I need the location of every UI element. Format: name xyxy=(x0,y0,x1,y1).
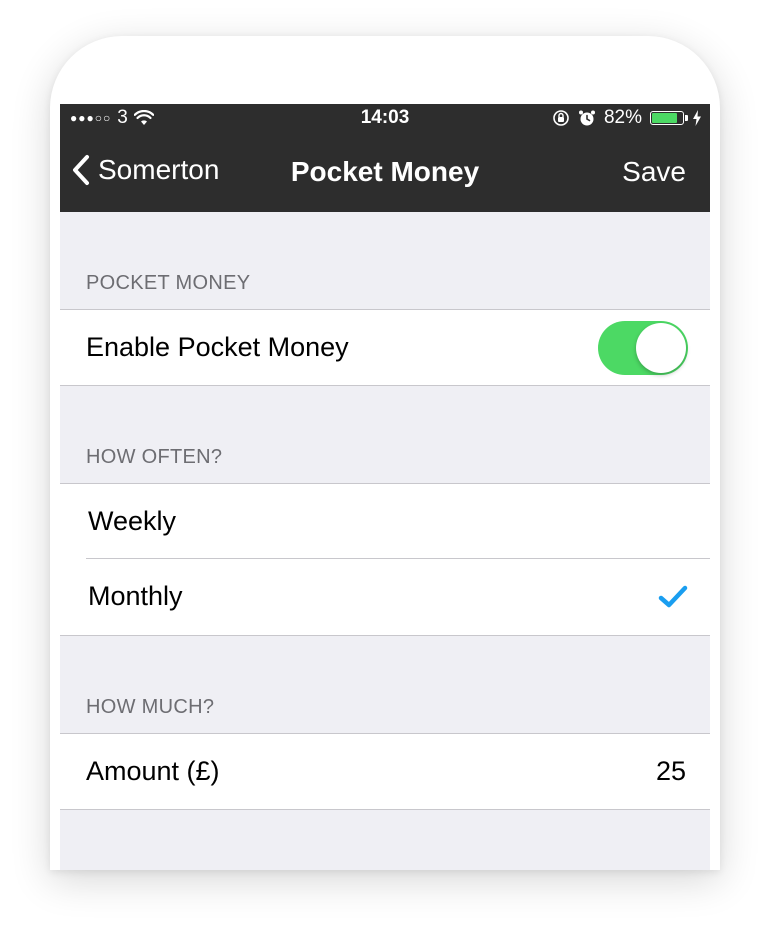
how-often-group: Weekly Monthly xyxy=(60,483,710,636)
amount-label: Amount (£) xyxy=(86,756,220,786)
battery-fill xyxy=(652,113,677,123)
enable-pocket-money-toggle[interactable] xyxy=(598,321,688,375)
section-header-pocket-money: POCKET MONEY xyxy=(86,272,251,294)
back-button[interactable]: Somerton xyxy=(72,154,219,186)
charging-bolt-icon xyxy=(693,110,701,126)
battery-percent: 82% xyxy=(603,107,642,128)
enable-pocket-money-row: Enable Pocket Money xyxy=(60,310,710,385)
chevron-left-icon xyxy=(73,155,89,185)
status-right: 82% xyxy=(552,107,702,129)
section-header-how-often: HOW OFTEN? xyxy=(86,446,223,468)
checkmark-icon xyxy=(658,585,688,608)
rotation-lock-icon xyxy=(553,110,569,126)
frequency-option-label: Monthly xyxy=(88,581,183,611)
alarm-icon xyxy=(578,110,595,126)
amount-row[interactable]: Amount (£) 25 xyxy=(60,734,710,809)
back-button-label: Somerton xyxy=(98,154,220,185)
save-button[interactable]: Save xyxy=(622,156,686,188)
enable-pocket-money-label: Enable Pocket Money xyxy=(86,332,349,362)
amount-value[interactable]: 25 xyxy=(656,756,686,787)
status-bar: ●●●○○ 3 14:03 82% xyxy=(60,104,710,134)
toggle-knob xyxy=(636,323,686,373)
frequency-option-label: Weekly xyxy=(88,506,177,536)
frequency-option-weekly[interactable]: Weekly xyxy=(60,484,710,559)
screen: ●●●○○ 3 14:03 82% Somerton Pocket Money … xyxy=(60,104,710,870)
navigation-bar: Somerton Pocket Money Save xyxy=(60,134,710,212)
phone-frame: ●●●○○ 3 14:03 82% Somerton Pocket Money … xyxy=(50,36,720,870)
section-header-how-much: HOW MUCH? xyxy=(86,696,215,718)
pocket-money-group: Enable Pocket Money xyxy=(60,309,710,386)
how-much-group: Amount (£) 25 xyxy=(60,733,710,810)
frequency-option-monthly[interactable]: Monthly xyxy=(60,559,710,635)
battery-icon xyxy=(650,111,688,125)
